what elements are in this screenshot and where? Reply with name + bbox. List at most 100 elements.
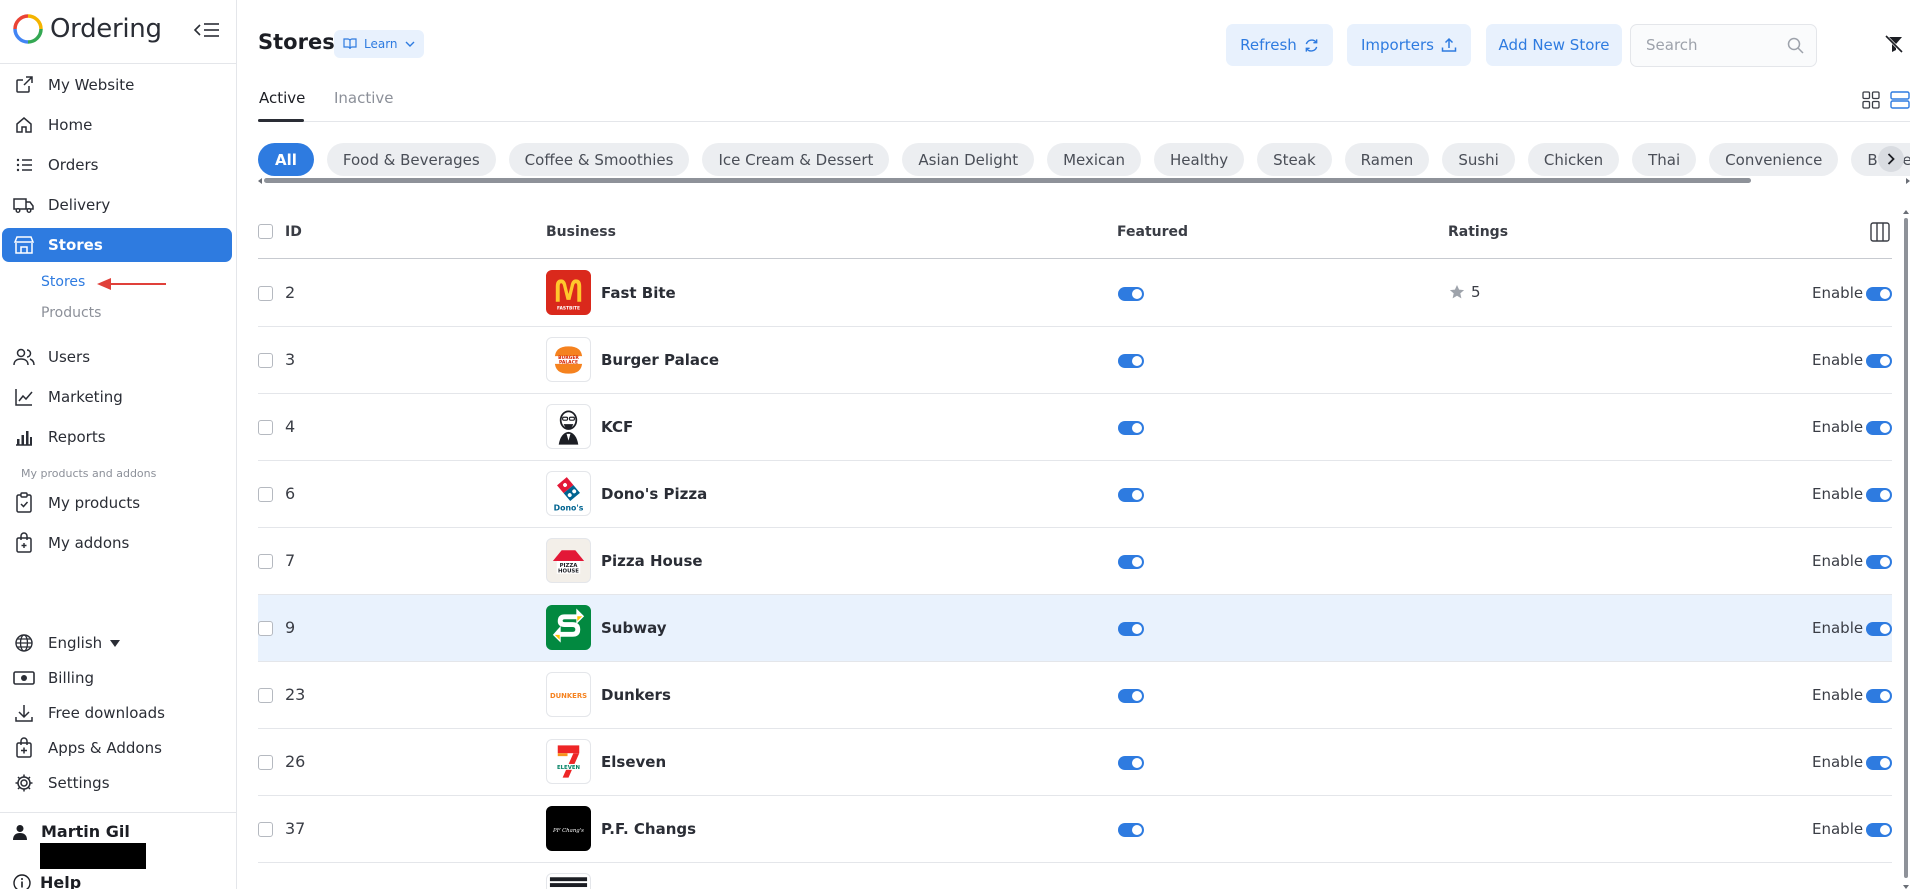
store-name[interactable]: KCF xyxy=(601,418,633,436)
importers-button[interactable]: Importers xyxy=(1347,24,1471,66)
chip-sushi[interactable]: Sushi xyxy=(1442,143,1515,176)
table-row[interactable]: 9 Subway Enable xyxy=(258,595,1892,662)
row-checkbox[interactable] xyxy=(258,353,273,368)
store-name[interactable]: Dunkers xyxy=(601,686,671,704)
enable-toggle[interactable] xyxy=(1866,622,1892,636)
chip-ramen[interactable]: Ramen xyxy=(1344,143,1430,176)
nav-reports[interactable]: Reports xyxy=(2,420,232,454)
row-checkbox[interactable] xyxy=(258,822,273,837)
row-checkbox[interactable] xyxy=(258,554,273,569)
scrollbar-thumb[interactable] xyxy=(1904,218,1908,878)
refresh-button[interactable]: Refresh xyxy=(1226,24,1333,66)
chip-steak[interactable]: Steak xyxy=(1257,143,1332,176)
table-row[interactable]: 37 PF Chang's P.F. Changs Enable xyxy=(258,796,1892,863)
table-row[interactable]: 26 ELEVEN Elseven Enable xyxy=(258,729,1892,796)
list-view-button[interactable] xyxy=(1890,90,1910,110)
chip-chicken[interactable]: Chicken xyxy=(1527,143,1620,176)
enable-toggle[interactable] xyxy=(1866,488,1892,502)
scroll-right-arrow[interactable] xyxy=(1906,178,1910,184)
nav-users[interactable]: Users xyxy=(2,340,232,374)
nav-settings[interactable]: Settings xyxy=(2,766,232,800)
scroll-up-arrow[interactable] xyxy=(1903,210,1909,214)
clear-filter-button[interactable] xyxy=(1884,34,1904,54)
col-featured[interactable]: Featured xyxy=(1117,224,1188,240)
row-checkbox[interactable] xyxy=(258,420,273,435)
table-row[interactable]: 6 Dono's Dono's Pizza Enable xyxy=(258,461,1892,528)
featured-toggle[interactable] xyxy=(1118,756,1144,770)
chip-convenience[interactable]: Convenience xyxy=(1709,143,1839,176)
chip-ice-cream-dessert[interactable]: Ice Cream & Dessert xyxy=(702,143,890,176)
nav-my-website[interactable]: My Website xyxy=(2,68,232,102)
nav-my-addons[interactable]: My addons xyxy=(2,526,232,560)
featured-toggle[interactable] xyxy=(1118,421,1144,435)
store-name[interactable]: Burger Palace xyxy=(601,351,719,369)
store-name[interactable]: Dono's Pizza xyxy=(601,485,707,503)
store-name[interactable]: P.F. Changs xyxy=(601,820,696,838)
store-name[interactable]: Elseven xyxy=(601,753,666,771)
chip-all[interactable]: All xyxy=(258,143,314,176)
table-row[interactable]: 2 FASTBITE Fast Bite 5 Enable xyxy=(258,260,1892,327)
row-checkbox[interactable] xyxy=(258,487,273,502)
store-name[interactable]: Subway xyxy=(601,619,667,637)
table-row[interactable]: 23 DUNKERS Dunkers Enable xyxy=(258,662,1892,729)
col-ratings[interactable]: Ratings xyxy=(1448,224,1508,240)
collapse-sidebar-button[interactable] xyxy=(192,18,222,42)
featured-toggle[interactable] xyxy=(1118,488,1144,502)
enable-toggle[interactable] xyxy=(1866,756,1892,770)
featured-toggle[interactable] xyxy=(1118,555,1144,569)
store-name[interactable]: Fast Bite xyxy=(601,284,676,302)
store-name[interactable]: Pizza House xyxy=(601,552,703,570)
enable-toggle[interactable] xyxy=(1866,555,1892,569)
enable-toggle[interactable] xyxy=(1866,823,1892,837)
row-checkbox[interactable] xyxy=(258,621,273,636)
select-all-checkbox[interactable] xyxy=(258,224,273,239)
chips-horizontal-scrollbar[interactable] xyxy=(258,178,1910,184)
chip-coffee-smoothies[interactable]: Coffee & Smoothies xyxy=(508,143,690,176)
nav-marketing[interactable]: Marketing xyxy=(2,380,232,414)
table-row[interactable]: 4 KCF Enable xyxy=(258,394,1892,461)
brand-logo[interactable]: Ordering xyxy=(12,13,162,45)
nav-my-products[interactable]: My products xyxy=(2,486,232,520)
subnav-products[interactable]: Products xyxy=(41,305,101,321)
nav-free-downloads[interactable]: Free downloads xyxy=(2,696,232,730)
search-input[interactable] xyxy=(1646,36,1786,54)
featured-toggle[interactable] xyxy=(1118,689,1144,703)
chip-mexican[interactable]: Mexican xyxy=(1047,143,1142,176)
scroll-left-arrow[interactable] xyxy=(258,178,262,184)
language-selector[interactable]: English xyxy=(2,626,232,660)
enable-toggle[interactable] xyxy=(1866,689,1892,703)
tab-active[interactable]: Active xyxy=(259,89,305,107)
nav-home[interactable]: Home xyxy=(2,108,232,142)
table-row[interactable]: 3 BURGER PALACE Burger Palace Enable xyxy=(258,327,1892,394)
featured-toggle[interactable] xyxy=(1118,287,1144,301)
scroll-down-arrow[interactable] xyxy=(1903,885,1909,889)
help-link[interactable]: Help xyxy=(13,873,81,889)
row-checkbox[interactable] xyxy=(258,755,273,770)
nav-orders[interactable]: Orders xyxy=(2,148,232,182)
featured-toggle[interactable] xyxy=(1118,354,1144,368)
featured-toggle[interactable] xyxy=(1118,823,1144,837)
search-icon[interactable] xyxy=(1787,37,1804,54)
featured-toggle[interactable] xyxy=(1118,622,1144,636)
table-row[interactable]: 7 PIZZA HOUSE Pizza House Enable xyxy=(258,528,1892,595)
chip-food-beverages[interactable]: Food & Beverages xyxy=(326,143,496,176)
chips-next-button[interactable] xyxy=(1878,146,1904,172)
enable-toggle[interactable] xyxy=(1866,354,1892,368)
nav-apps-addons[interactable]: Apps & Addons xyxy=(2,731,232,765)
chip-healthy[interactable]: Healthy xyxy=(1154,143,1245,176)
nav-billing[interactable]: Billing xyxy=(2,661,232,695)
nav-stores[interactable]: Stores xyxy=(2,228,232,262)
col-business[interactable]: Business xyxy=(546,224,616,240)
tab-inactive[interactable]: Inactive xyxy=(334,89,394,107)
scrollbar-thumb[interactable] xyxy=(264,178,1751,183)
enable-toggle[interactable] xyxy=(1866,421,1892,435)
table-vertical-scrollbar[interactable] xyxy=(1903,210,1910,889)
learn-dropdown[interactable]: Learn xyxy=(334,30,424,58)
nav-delivery[interactable]: Delivery xyxy=(2,188,232,222)
col-id[interactable]: ID xyxy=(285,224,302,240)
grid-view-button[interactable] xyxy=(1862,91,1880,109)
add-new-store-button[interactable]: Add New Store xyxy=(1486,24,1622,66)
table-row[interactable] xyxy=(258,863,1892,889)
chip-thai[interactable]: Thai xyxy=(1632,143,1697,176)
chip-asian-delight[interactable]: Asian Delight xyxy=(902,143,1035,176)
